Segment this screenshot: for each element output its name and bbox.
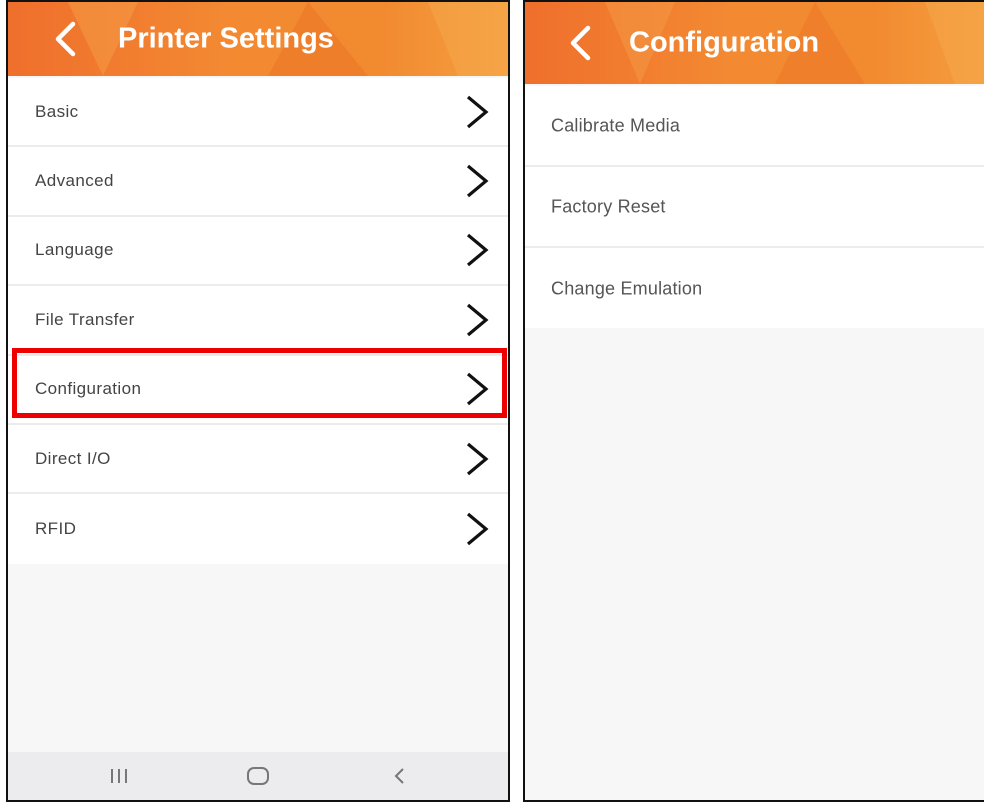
list-item-label: Change Emulation — [551, 278, 703, 298]
back-button[interactable] — [46, 19, 86, 59]
list-item-label: Factory Reset — [551, 196, 666, 216]
list-item-factory-reset[interactable]: Factory Reset — [525, 167, 984, 248]
chevron-right-icon — [466, 373, 489, 406]
list-item-basic[interactable]: Basic — [8, 78, 508, 148]
chevron-right-icon — [466, 164, 489, 198]
list-item-calibrate-media[interactable]: Calibrate Media — [525, 86, 984, 167]
chevron-right-icon — [466, 303, 489, 337]
chevron-right-icon — [466, 234, 489, 267]
list-item-advanced[interactable]: Advanced — [8, 147, 508, 217]
list-item-label: Basic — [35, 101, 79, 121]
chevron-left-icon — [570, 25, 591, 61]
system-nav-bar — [8, 752, 508, 800]
list-item-label: Advanced — [35, 171, 114, 191]
list-item-direct-io[interactable]: Direct I/O — [8, 425, 508, 495]
list-item-configuration[interactable]: Configuration — [8, 356, 508, 425]
page-title: Printer Settings — [118, 22, 334, 55]
settings-list: Basic Advanced Language File Transfer Co… — [8, 78, 508, 564]
chevron-right-icon — [466, 512, 489, 546]
list-item-label: Configuration — [35, 379, 142, 399]
page-title: Configuration — [629, 26, 820, 59]
list-item-label: Calibrate Media — [551, 115, 681, 135]
printer-settings-screen: Printer Settings Basic Advanced Language… — [6, 0, 510, 802]
home-icon[interactable] — [246, 766, 270, 786]
chevron-right-icon — [466, 442, 489, 475]
list-item-label: RFID — [35, 519, 77, 539]
list-item-language[interactable]: Language — [8, 217, 508, 287]
chevron-right-icon — [466, 95, 489, 128]
recents-icon[interactable] — [108, 767, 130, 785]
configuration-list: Calibrate Media Factory Reset Change Emu… — [525, 86, 984, 328]
configuration-screen: Configuration Calibrate Media Factory Re… — [523, 0, 984, 802]
list-item-change-emulation[interactable]: Change Emulation — [525, 248, 984, 329]
list-item-rfid[interactable]: RFID — [8, 494, 508, 563]
back-icon[interactable] — [391, 766, 407, 786]
list-item-label: Direct I/O — [35, 448, 111, 468]
app-bar: Configuration — [525, 2, 984, 84]
app-bar: Printer Settings — [8, 2, 508, 76]
back-button[interactable] — [561, 23, 601, 63]
list-item-file-transfer[interactable]: File Transfer — [8, 286, 508, 356]
chevron-left-icon — [55, 21, 76, 57]
list-item-label: Language — [35, 240, 114, 260]
list-item-label: File Transfer — [35, 309, 135, 329]
